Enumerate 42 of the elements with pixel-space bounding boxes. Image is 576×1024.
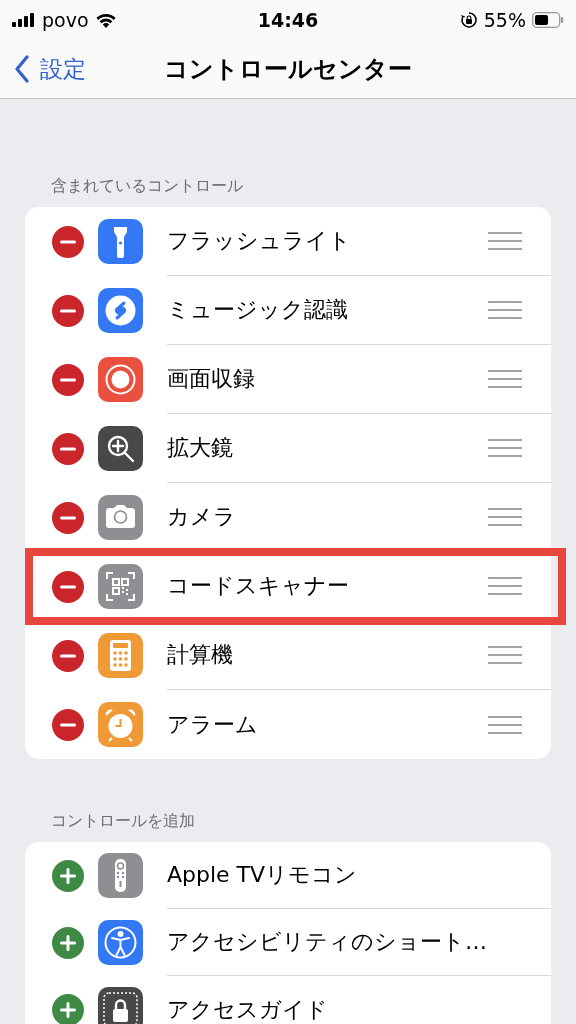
page-title: コントロールセンター (164, 54, 412, 85)
drag-handle-icon[interactable] (488, 714, 522, 735)
battery-percent: 55% (483, 9, 526, 31)
remove-button[interactable] (52, 363, 84, 396)
drag-handle-icon[interactable] (488, 576, 522, 596)
remove-button[interactable] (52, 225, 84, 258)
control-label: カメラ (167, 503, 237, 531)
drag-handle-icon[interactable] (488, 369, 522, 389)
clock-time: 14:46 (257, 9, 319, 31)
wifi-icon (94, 12, 117, 28)
control-label: 計算機 (167, 641, 234, 669)
control-label: アクセスガイド (167, 995, 329, 1024)
drag-handle-icon[interactable] (488, 438, 522, 458)
rotation-lock-icon (459, 11, 478, 29)
remove-button[interactable] (52, 639, 84, 672)
section-header: 含まれているコントロール (50, 175, 244, 197)
signal-icon (12, 13, 36, 27)
add-button[interactable] (52, 859, 84, 892)
remove-button[interactable] (52, 708, 84, 741)
remove-button[interactable] (52, 432, 84, 465)
control-label: アクセシビリティのショート… (167, 928, 488, 956)
drag-handle-icon[interactable] (488, 507, 522, 527)
drag-handle-icon[interactable] (488, 231, 522, 251)
control-label: Apple TVリモコン (167, 861, 359, 889)
carrier-name: povo (42, 9, 89, 31)
control-label: 画面収録 (167, 365, 256, 393)
remove-button[interactable] (52, 570, 84, 603)
remove-button[interactable] (52, 294, 84, 327)
back-chevron-icon (14, 55, 30, 83)
remove-button[interactable] (52, 501, 84, 534)
back-button[interactable]: 設定 (0, 53, 86, 85)
section-header: コントロールを追加 (50, 810, 196, 832)
control-label: 拡大鏡 (167, 434, 234, 462)
battery-icon (532, 12, 564, 28)
add-button[interactable] (52, 993, 84, 1024)
control-label: ミュージック認識 (167, 296, 349, 324)
control-label: フラッシュライト (167, 227, 352, 255)
drag-handle-icon[interactable] (488, 300, 522, 320)
add-button[interactable] (52, 926, 84, 959)
drag-handle-icon[interactable] (488, 645, 522, 665)
control-label: アラーム (167, 710, 259, 739)
control-label: コードスキャナー (167, 572, 350, 600)
